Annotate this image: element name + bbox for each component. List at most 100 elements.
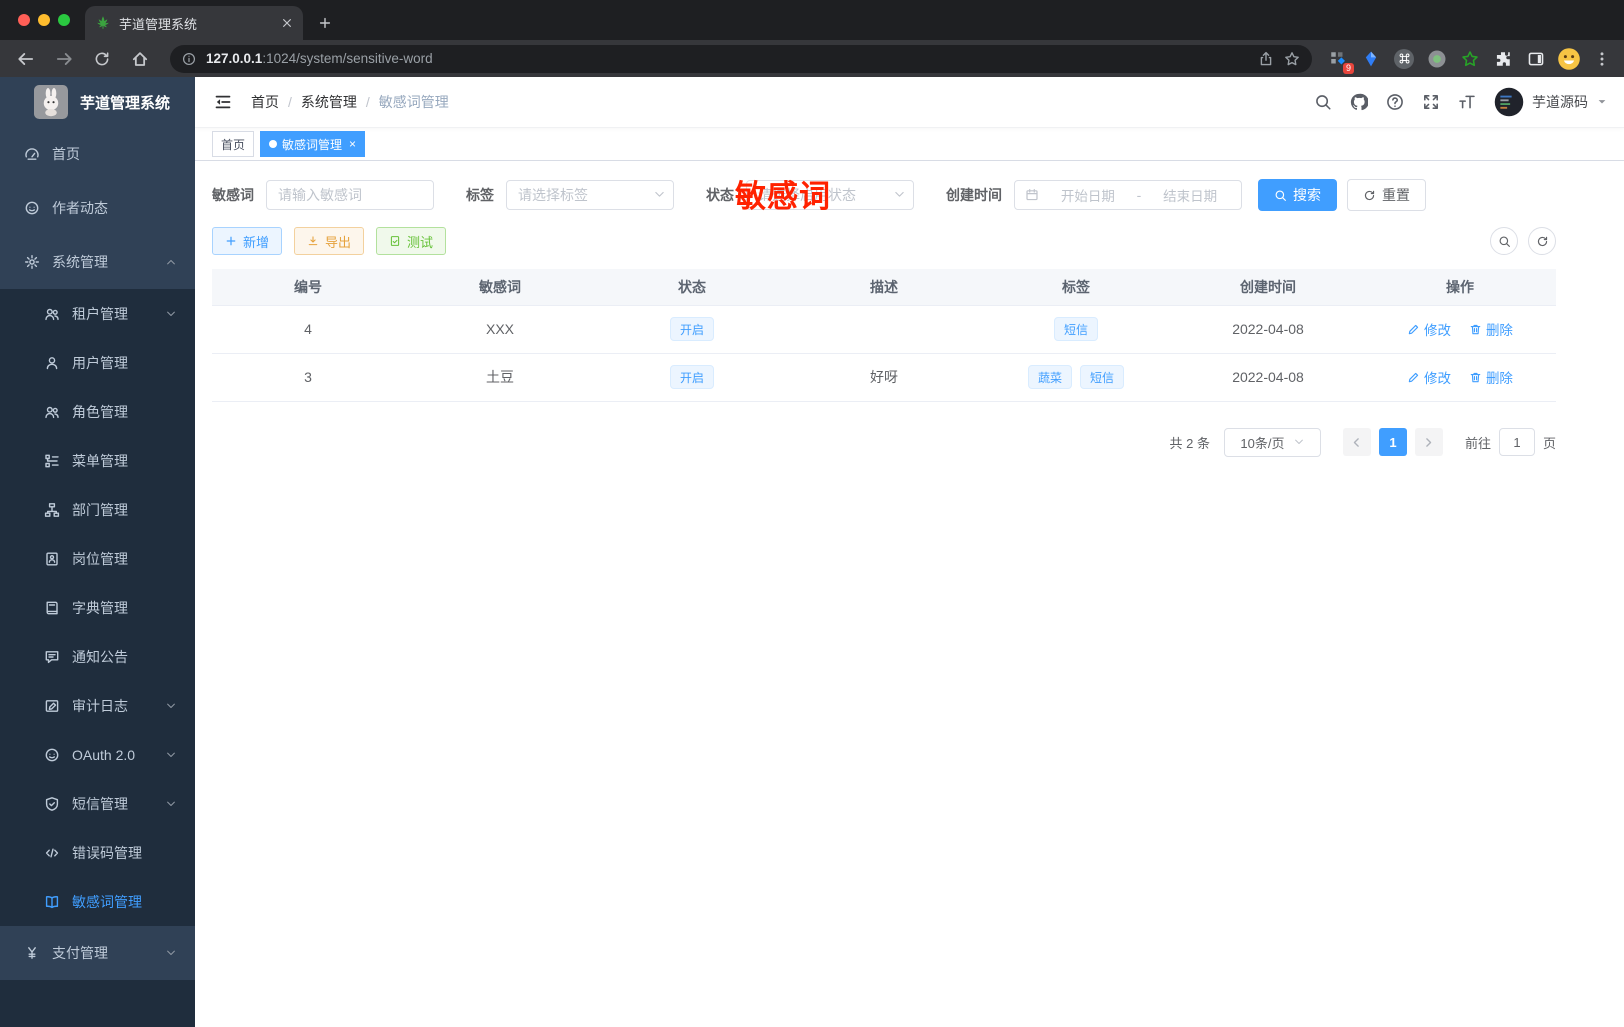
goto-page-input[interactable] [1498,428,1535,456]
browser-menu-button[interactable] [1592,49,1612,69]
extension-status-button[interactable] [1427,49,1447,69]
status-label: 状态 [706,187,734,203]
start-date-placeholder[interactable]: 开始日期 [1047,185,1129,205]
user-icon [44,355,60,371]
delete-link[interactable]: 删除 [1469,367,1513,387]
side-panel-button[interactable] [1526,49,1546,69]
delete-link[interactable]: 删除 [1469,319,1513,339]
collapse-sidebar-button[interactable] [211,90,235,114]
sidebar-item-home[interactable]: 首页 [0,127,195,181]
prev-page-button[interactable] [1342,428,1371,456]
tag-select-input[interactable] [506,180,674,210]
sidebar-item-label: 菜单管理 [72,452,128,469]
sidebar-item-oauth[interactable]: OAuth 2.0 [0,730,195,779]
page-1-button[interactable]: 1 [1378,428,1407,456]
site-info-icon[interactable] [182,52,196,66]
zoom-window-button[interactable] [58,14,70,26]
next-page-button[interactable] [1414,428,1443,456]
toggle-search-button[interactable] [1490,227,1518,255]
keyword-input[interactable] [266,180,434,210]
sidebar-item-menu[interactable]: 菜单管理 [0,436,195,485]
browser-tab[interactable]: 芋道管理系统 [85,6,303,40]
page-size-value: 10条/页 [1240,435,1285,451]
breadcrumb-home[interactable]: 首页 [251,92,279,112]
add-button[interactable]: 新增 [212,227,283,255]
sidebar-item-author[interactable]: 作者动态 [0,181,195,235]
back-button[interactable] [12,46,40,72]
bookmark-star-icon[interactable] [1284,51,1300,67]
tag-badge: 蔬菜 [1027,365,1072,389]
extension-star-button[interactable] [1460,49,1480,69]
app-logo[interactable]: 芋道管理系统 [0,77,195,127]
tag-select[interactable] [506,180,674,210]
share-icon[interactable] [1258,51,1274,67]
reload-button[interactable] [88,46,116,72]
extension-command-button[interactable] [1394,48,1414,69]
col-word: 敏感词 [404,269,596,306]
sidebar-item-dict[interactable]: 字典管理 [0,583,195,632]
extension-proxy-button[interactable] [1361,49,1381,69]
goto-label: 前往 [1464,435,1491,451]
search-button-label: 搜索 [1293,187,1321,203]
github-icon[interactable] [1350,93,1368,111]
new-tab-button[interactable] [311,9,339,37]
profile-avatar[interactable] [1558,47,1580,70]
reset-button[interactable]: 重置 [1347,179,1426,211]
close-tag-icon[interactable]: × [349,137,356,151]
sidebar-item-tenant[interactable]: 租户管理 [0,289,195,338]
extension-badge: 9 [1342,62,1354,74]
rabbit-logo-icon [34,85,68,119]
cell-created: 2022-04-08 [1172,305,1364,354]
close-tab-icon[interactable] [281,17,293,29]
export-button[interactable]: 导出 [294,227,365,255]
tag-sensitive-word[interactable]: 敏感词管理 × [260,131,366,157]
download-icon [307,235,319,247]
header-search-icon[interactable] [1314,93,1332,111]
pagination: 共 2 条 10条/页 1 前往 页 [212,427,1556,457]
search-button[interactable]: 搜索 [1258,179,1337,211]
sidebar-item-pay[interactable]: 支付管理 [0,926,195,980]
sidebar-item-system[interactable]: 系统管理 [0,235,195,289]
blue-kite-icon [1362,50,1380,68]
sidebar-item-user[interactable]: 用户管理 [0,338,195,387]
extensions-menu-button[interactable] [1493,49,1513,69]
sidebar-item-label: 角色管理 [72,403,128,420]
font-size-icon[interactable] [1458,93,1476,111]
trash-icon [1469,323,1482,336]
breadcrumb-system[interactable]: 系统管理 [301,92,357,112]
edit-link[interactable]: 修改 [1407,319,1451,339]
extension-blocker-button[interactable]: 9 [1328,49,1354,74]
user-dropdown[interactable]: 芋道源码 [1494,87,1608,117]
minimize-window-button[interactable] [38,14,50,26]
sidebar-item-post[interactable]: 岗位管理 [0,534,195,583]
refresh-table-button[interactable] [1528,227,1556,255]
reload-icon [93,50,111,68]
page-size-select[interactable]: 10条/页 [1223,427,1321,457]
address-bar[interactable]: 127.0.0.1:1024/system/sensitive-word [170,44,1312,73]
edit-pencil-icon [1407,323,1420,336]
breadcrumb: 首页 / 系统管理 / 敏感词管理 [251,92,449,112]
sidebar-item-errorcode[interactable]: 错误码管理 [0,828,195,877]
sidebar-item-sms[interactable]: 短信管理 [0,779,195,828]
sidebar-item-audit[interactable]: 审计日志 [0,681,195,730]
end-date-placeholder[interactable]: 结束日期 [1149,185,1231,205]
search-icon [1274,189,1287,202]
sidebar-item-notice[interactable]: 通知公告 [0,632,195,681]
sidebar-item-label: 审计日志 [72,697,128,714]
tag-home[interactable]: 首页 [212,131,255,157]
fullscreen-icon[interactable] [1422,93,1440,111]
forward-button[interactable] [50,46,78,72]
test-button[interactable]: 测试 [376,227,447,255]
reset-button-label: 重置 [1382,187,1410,203]
sidebar-item-role[interactable]: 角色管理 [0,387,195,436]
refresh-icon [1536,235,1549,248]
edit-link[interactable]: 修改 [1407,367,1451,387]
close-window-button[interactable] [18,14,30,26]
col-id: 编号 [212,269,404,306]
date-range-picker[interactable]: 开始日期 - 结束日期 [1014,180,1242,210]
edit-label: 修改 [1424,323,1452,338]
home-button[interactable] [126,46,154,72]
help-icon[interactable] [1386,93,1404,111]
sidebar-item-dept[interactable]: 部门管理 [0,485,195,534]
sidebar-item-sensitive-word[interactable]: 敏感词管理 [0,877,195,926]
